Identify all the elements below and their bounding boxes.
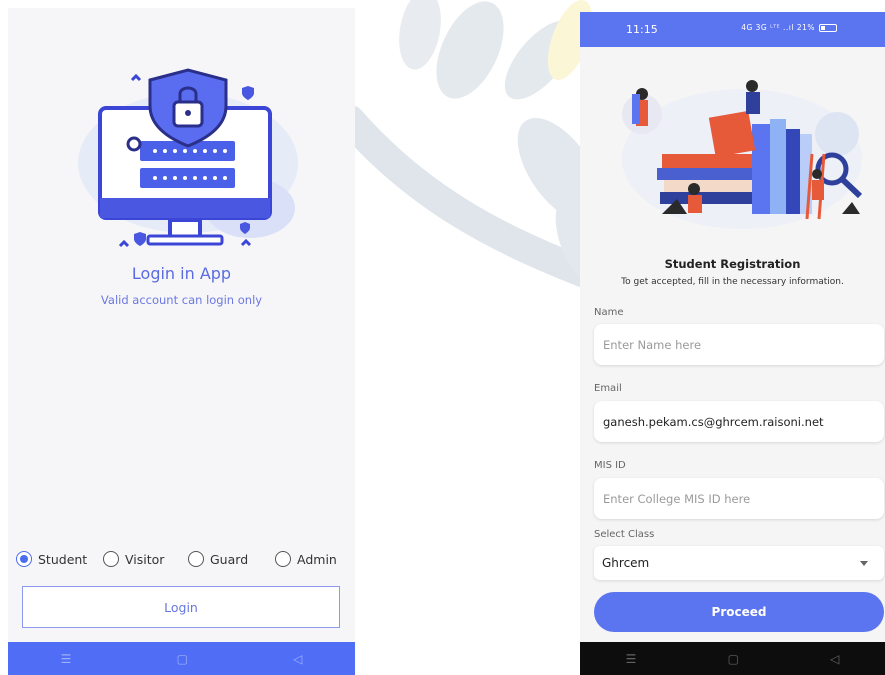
login-button[interactable]: Login [22, 586, 340, 628]
class-select-value: Ghrcem [602, 556, 650, 570]
radio-guard[interactable]: Guard [188, 548, 248, 570]
battery-icon [819, 23, 837, 32]
registration-title: Student Registration [664, 257, 801, 271]
dropdown-caret-icon [860, 561, 868, 566]
login-title: Login in App [131, 264, 232, 283]
radio-indicator [103, 551, 119, 567]
back-triangle-icon[interactable]: ◁ [830, 652, 839, 666]
email-input[interactable]: ganesh.pekam.cs@ghrcem.raisoni.net [594, 401, 884, 442]
name-input[interactable]: Enter Name here [594, 324, 884, 365]
radio-indicator [16, 551, 32, 567]
radio-indicator [275, 551, 291, 567]
secure-computer-illustration [78, 68, 298, 248]
mis-id-label: MIS ID [594, 460, 626, 471]
login-subtitle: Valid account can login only [100, 293, 263, 307]
radio-label: Admin [297, 551, 337, 567]
status-time: 11:15 [626, 23, 658, 36]
login-screen: Login in App Valid account can login onl… [8, 8, 355, 675]
radio-label: Visitor [125, 551, 165, 567]
radio-indicator [188, 551, 204, 567]
menu-icon[interactable]: ☰ [61, 652, 72, 666]
select-class-label: Select Class [594, 529, 655, 540]
email-label: Email [594, 383, 622, 394]
back-triangle-icon[interactable]: ◁ [293, 652, 302, 666]
radio-student[interactable]: Student [16, 548, 87, 570]
proceed-button[interactable]: Proceed [594, 592, 884, 632]
radio-visitor[interactable]: Visitor [103, 548, 164, 570]
books-students-illustration [622, 80, 863, 229]
class-select[interactable]: Ghrcem [594, 546, 884, 580]
role-radio-group: Student Visitor Guard Admin [14, 548, 355, 570]
radio-label: Student [38, 551, 88, 567]
home-square-icon[interactable]: ▢ [177, 652, 188, 666]
signal-icons: 4G 3G ᴸᵀᴱ ..ıl 21% [741, 23, 815, 32]
status-bar: 11:15 4G 3G ᴸᵀᴱ ..ıl 21% [580, 12, 885, 47]
android-nav-bar: ☰ ▢ ◁ [580, 642, 885, 675]
android-nav-bar: ☰ ▢ ◁ [8, 642, 355, 675]
background-leaf-decoration [335, 0, 600, 290]
radio-label: Guard [210, 551, 249, 567]
status-icons: 4G 3G ᴸᵀᴱ ..ıl 21% [741, 23, 837, 32]
home-square-icon[interactable]: ▢ [728, 652, 739, 666]
name-label: Name [594, 307, 624, 318]
radio-admin[interactable]: Admin [275, 548, 337, 570]
registration-screen: 11:15 4G 3G ᴸᵀᴱ ..ıl 21% Student Registr… [580, 12, 885, 675]
mis-id-input[interactable]: Enter College MIS ID here [594, 478, 884, 519]
menu-icon[interactable]: ☰ [626, 652, 637, 666]
registration-subtitle: To get accepted, fill in the necessary i… [621, 277, 844, 287]
